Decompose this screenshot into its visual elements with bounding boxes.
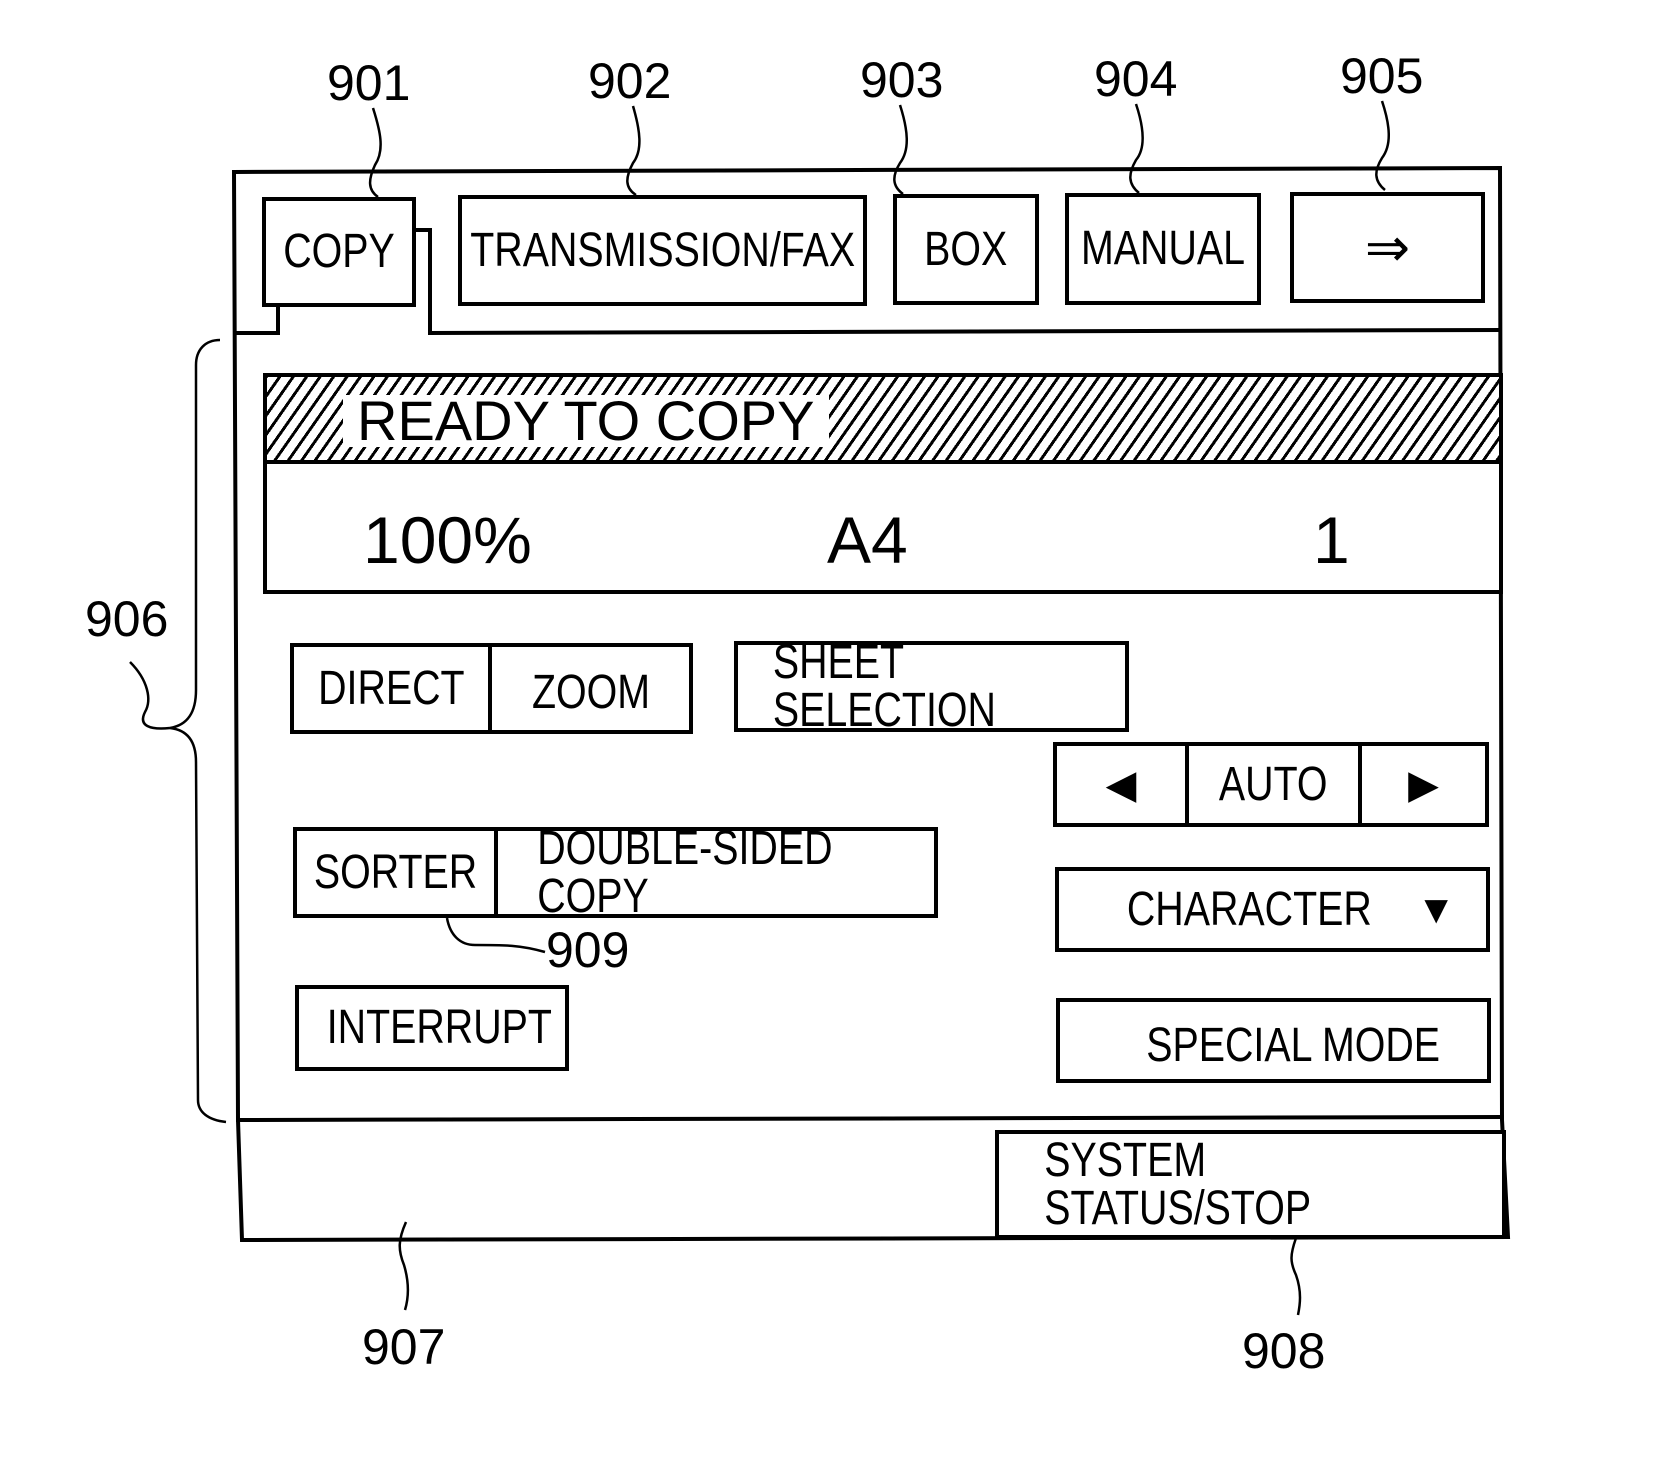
interrupt-button[interactable]: INTERRUPT: [295, 985, 569, 1071]
leader-903: [893, 104, 908, 196]
original-type-dropdown[interactable]: CHARACTER ▼: [1055, 867, 1490, 952]
tab-transmission-fax-label: TRANSMISSION/FAX: [470, 223, 855, 277]
zoom-ratio-value: 100%: [363, 503, 532, 577]
tab-manual-label: MANUAL: [1080, 222, 1246, 275]
double-sided-copy-label: DOUBLE-SIDED COPY: [537, 821, 833, 923]
ref-907: 907: [362, 1319, 446, 1375]
special-mode-label: SPECIAL MODE: [1146, 1018, 1441, 1072]
direct-button[interactable]: DIRECT: [294, 647, 492, 730]
tab-manual[interactable]: MANUAL: [1065, 193, 1261, 305]
leader-908: [1290, 1237, 1302, 1316]
ref-901: 901: [327, 55, 411, 111]
status-message: READY TO COPY: [357, 389, 815, 452]
status-message-bar: READY TO COPY: [267, 377, 1499, 464]
status-display-area: [242, 1122, 982, 1236]
tab-copy-label: COPY: [283, 225, 395, 278]
density-increase-button[interactable]: ▶: [1362, 746, 1485, 823]
double-arrow-right-icon: ⇒: [1364, 217, 1411, 278]
ref-908: 908: [1242, 1323, 1326, 1379]
ref-903: 903: [860, 52, 944, 108]
paper-size-value: A4: [827, 503, 908, 577]
leader-905: [1375, 100, 1390, 191]
interrupt-label: INTERRUPT: [326, 1001, 552, 1054]
leader-904: [1129, 103, 1144, 194]
double-sided-copy-button[interactable]: DOUBLE-SIDED COPY: [498, 824, 934, 920]
ref-905: 905: [1340, 48, 1424, 104]
density-auto-button[interactable]: AUTO: [1189, 746, 1362, 823]
tab-box-label: BOX: [924, 222, 1008, 276]
special-mode-button[interactable]: SPECIAL MODE: [1056, 998, 1491, 1083]
footer-divider: [235, 1114, 1505, 1123]
sheet-selection-button[interactable]: SHEET SELECTION: [734, 635, 1129, 737]
ref-909: 909: [546, 922, 630, 978]
sorter-button[interactable]: SORTER: [297, 831, 498, 914]
tab-transmission-fax[interactable]: TRANSMISSION/FAX: [458, 195, 867, 306]
density-control: ◀ AUTO ▶: [1053, 742, 1489, 827]
triangle-right-icon: ▶: [1408, 762, 1439, 807]
triangle-left-icon: ◀: [1105, 762, 1137, 807]
magnification-group: DIRECT ZOOM: [290, 643, 693, 734]
leader-901: [368, 107, 382, 199]
density-decrease-button[interactable]: ◀: [1057, 746, 1189, 823]
sheet-selection-label: SHEET SELECTION: [772, 635, 996, 737]
zoom-button[interactable]: ZOOM: [492, 647, 689, 730]
system-status-stop-button[interactable]: SYSTEM STATUS/STOP: [995, 1130, 1506, 1239]
sorter-label: SORTER: [313, 845, 478, 899]
ref-906: 906: [85, 591, 169, 647]
tab-copy[interactable]: COPY: [262, 197, 416, 307]
finishing-group: SORTER DOUBLE-SIDED COPY: [293, 824, 938, 920]
brace-906: [169, 338, 227, 1124]
original-type-value: CHARACTER: [1126, 882, 1372, 936]
tab-box[interactable]: BOX: [893, 194, 1039, 305]
system-status-stop-label: SYSTEM STATUS/STOP: [1044, 1133, 1312, 1235]
leader-906: [129, 661, 171, 730]
copy-count-value: 1: [1313, 503, 1350, 577]
density-value: AUTO: [1219, 757, 1328, 811]
copy-status-panel: READY TO COPY 100% A4 1: [263, 373, 1503, 594]
zoom-label: ZOOM: [531, 665, 650, 719]
direct-label: DIRECT: [317, 661, 465, 715]
ref-902: 902: [588, 53, 672, 109]
tab-strip-bottom-left: [234, 303, 280, 335]
leader-909: [445, 917, 546, 954]
ref-904: 904: [1094, 51, 1178, 107]
leader-902: [626, 105, 641, 197]
chevron-down-icon: ▼: [1416, 887, 1456, 932]
tab-next[interactable]: ⇒: [1290, 192, 1485, 303]
